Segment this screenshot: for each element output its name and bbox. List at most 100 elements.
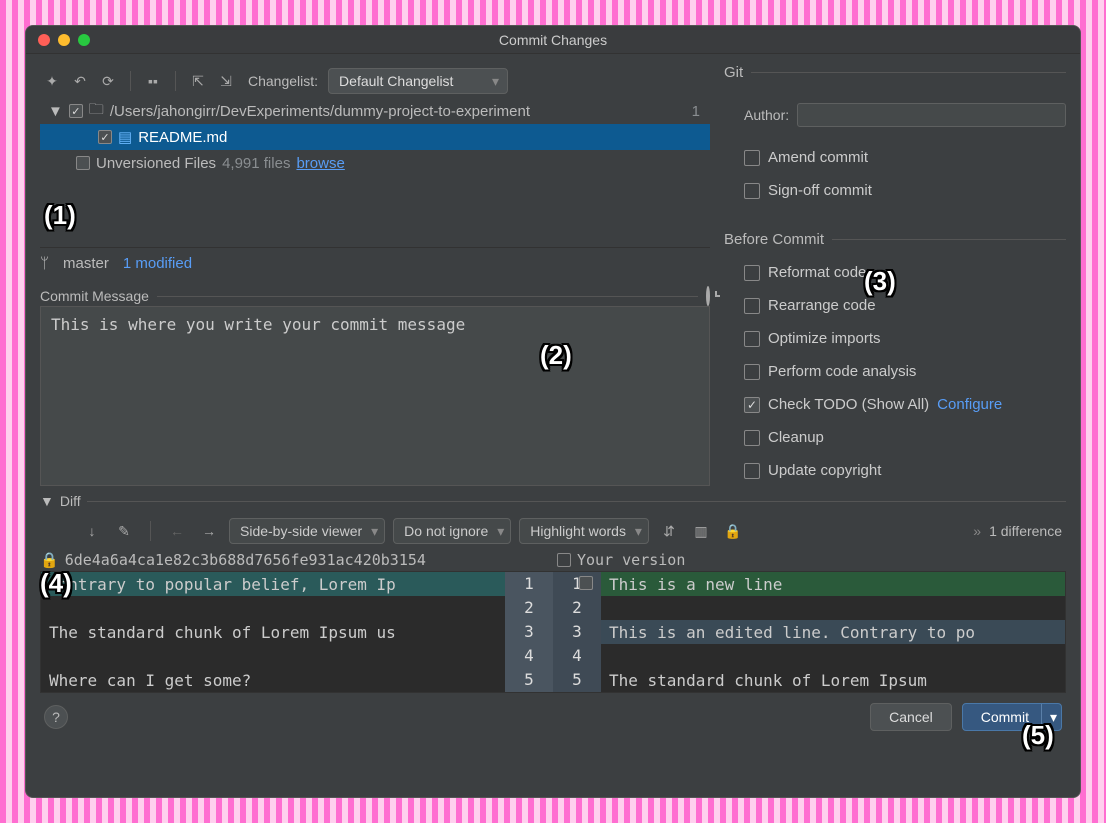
chevron-down-icon: ▾ [635,523,642,540]
gutter-num: 4 [505,644,553,668]
group-by-icon[interactable]: ▪▪ [141,69,165,93]
gutter-num: 1 [553,572,601,596]
tree-root-row[interactable]: ▼ 🗀 /Users/jahongirr/DevExperiments/dumm… [40,98,710,124]
commit-button[interactable]: Commit ▾ [962,703,1062,731]
copyright-label: Update copyright [768,462,881,479]
signoff-checkbox[interactable] [744,183,760,199]
highlight-dropdown[interactable]: Highlight words ▾ [519,518,649,544]
amend-option[interactable]: Amend commit [744,149,1066,166]
refresh-icon[interactable]: ⟳ [96,69,120,93]
author-input[interactable] [797,103,1066,127]
diff-hash: 6de4a6a4ca1e82c3b688d7656fe931ac420b3154 [65,551,426,569]
chevron-down-icon[interactable]: ▾ [1041,704,1057,730]
folder-icon: 🗀 [89,99,104,124]
browse-link[interactable]: browse [296,155,344,172]
collapse-unchanged-icon[interactable]: ⇵ [657,519,681,543]
unversioned-checkbox[interactable] [76,156,90,170]
collapse-all-icon[interactable]: ⇲ [214,69,238,93]
ignore-dropdown[interactable]: Do not ignore ▾ [393,518,511,544]
cancel-button[interactable]: Cancel [870,703,952,731]
signoff-label: Sign-off commit [768,182,872,199]
diff-line: This is a new line [601,572,1065,596]
diff-line [41,644,505,668]
gutter-num: 5 [553,668,601,692]
optimize-option[interactable]: Optimize imports [744,330,1066,347]
diff-section: ▼ Diff ↓ ✎ ← → Side-by-side viewer ▾ Do … [40,493,1066,693]
chevron-down-icon: ▾ [497,523,504,540]
chevron-down-icon: ▾ [371,523,378,540]
sync-scroll-icon[interactable]: ▥ [689,519,713,543]
diff-left-pane[interactable]: Contrary to popular belief, Lorem Ip The… [41,572,505,692]
commit-message-text: This is where you write your commit mess… [51,315,465,334]
git-title: Git [724,64,743,81]
lock-icon[interactable]: 🔒 [721,519,745,543]
commit-message-input[interactable]: This is where you write your commit mess… [40,306,710,486]
copyright-option[interactable]: Update copyright [744,462,1066,479]
gutter-num: 2 [553,596,601,620]
commit-label: Commit [981,709,1029,725]
analysis-checkbox[interactable] [744,364,760,380]
dialog-footer: ? Cancel Commit ▾ [40,693,1066,735]
signoff-option[interactable]: Sign-off commit [744,182,1066,199]
file-checkbox[interactable] [98,130,112,144]
rearrange-option[interactable]: Rearrange code [744,297,1066,314]
chevron-down-icon: ▾ [492,73,499,90]
git-section-title: Git [724,64,1066,81]
history-icon[interactable] [706,288,710,304]
gutter-num: 3 [553,620,601,644]
revert-icon[interactable]: ↶ [68,69,92,93]
prev-file-icon[interactable]: ← [165,519,189,543]
tree-file-row[interactable]: ▤ README.md [40,124,710,150]
your-version-checkbox[interactable] [557,553,571,567]
highlight-value: Highlight words [530,523,626,539]
diff-line: The standard chunk of Lorem Ipsum us [41,620,505,644]
branch-icon: ᛘ [40,255,49,272]
next-diff-icon[interactable]: ↓ [80,519,104,543]
gutter-num: 4 [553,644,601,668]
root-count: 1 [692,103,700,120]
gutter-num: 1 [505,572,553,596]
rearrange-checkbox[interactable] [744,298,760,314]
cleanup-option[interactable]: Cleanup [744,429,1066,446]
configure-link[interactable]: Configure [937,396,1002,413]
diff-line: Where can I get some? [41,668,505,692]
tree-unversioned-row[interactable]: Unversioned Files 4,991 files browse [40,150,710,176]
modified-count[interactable]: 1 modified [123,255,192,272]
diff-toggle-icon[interactable]: ▼ [40,493,54,509]
tree-expander-icon[interactable]: ▼ [48,103,63,120]
before-commit-section-title: Before Commit [724,231,1066,248]
show-diff-icon[interactable]: ✦ [40,69,64,93]
viewer-mode-dropdown[interactable]: Side-by-side viewer ▾ [229,518,385,544]
reformat-checkbox[interactable] [744,265,760,281]
diff-line: The standard chunk of Lorem Ipsum [601,668,1065,692]
diff-label: Diff [60,493,81,509]
amend-checkbox[interactable] [744,150,760,166]
analysis-label: Perform code analysis [768,363,916,380]
diff-line [601,596,1065,620]
copyright-checkbox[interactable] [744,463,760,479]
author-row: Author: [744,103,1066,127]
changes-toolbar: ✦ ↶ ⟳ ▪▪ ⇱ ⇲ Changelist: Default Changel… [40,64,710,98]
analysis-option[interactable]: Perform code analysis [744,363,1066,380]
diff-toolbar: ↓ ✎ ← → Side-by-side viewer ▾ Do not ign… [40,513,1066,549]
changelist-dropdown[interactable]: Default Changelist ▾ [328,68,508,94]
reformat-option[interactable]: Reformat code [744,264,1066,281]
jump-to-source-icon[interactable]: ✎ [112,519,136,543]
root-checkbox[interactable] [69,104,83,118]
changes-tree[interactable]: ▼ 🗀 /Users/jahongirr/DevExperiments/dumm… [40,98,710,248]
diff-line [41,596,505,620]
expand-all-icon[interactable]: ⇱ [186,69,210,93]
diff-viewer[interactable]: Contrary to popular belief, Lorem Ip The… [40,571,1066,693]
diff-gutter: 1 2 3 4 5 1 2 3 4 5 [505,572,601,692]
next-file-icon[interactable]: → [197,519,221,543]
branch-status: ᛘ master 1 modified [40,248,710,278]
commit-message-section: Commit Message [40,288,710,304]
optimize-checkbox[interactable] [744,331,760,347]
more-icon[interactable]: » [973,523,981,539]
help-button[interactable]: ? [44,705,68,729]
todo-checkbox[interactable] [744,397,760,413]
line-checkbox[interactable] [579,576,593,590]
todo-option[interactable]: Check TODO (Show All) Configure [744,396,1066,413]
cleanup-checkbox[interactable] [744,430,760,446]
diff-right-pane[interactable]: This is a new line This is an edited lin… [601,572,1065,692]
